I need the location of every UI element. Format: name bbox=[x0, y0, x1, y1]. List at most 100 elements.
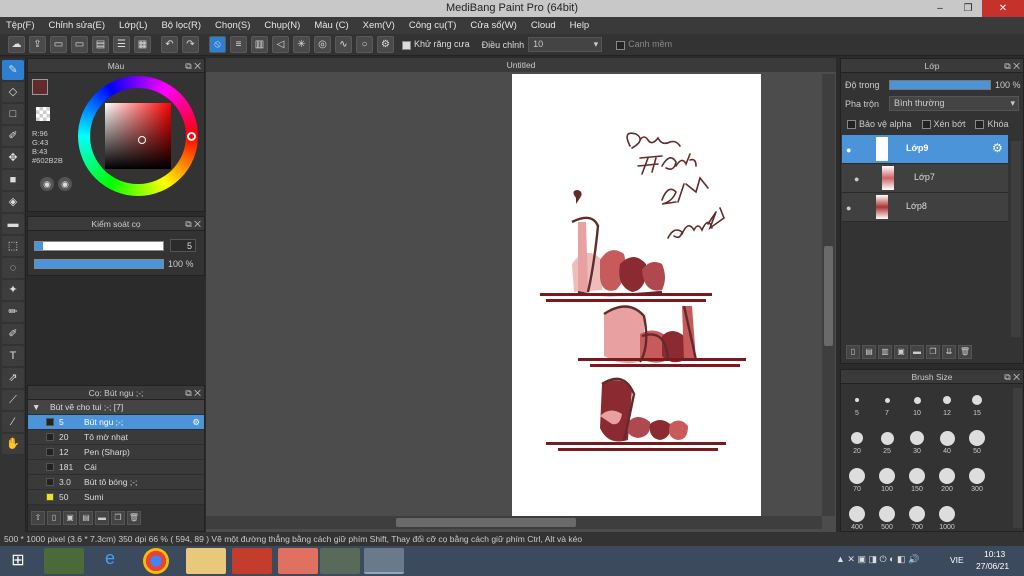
radial-snap-icon[interactable]: ✳ bbox=[293, 36, 310, 53]
language-indicator[interactable]: VIE bbox=[950, 555, 964, 565]
bluestacks-app-icon[interactable] bbox=[44, 548, 84, 574]
panel-close-icon[interactable]: ⧉ ✕ bbox=[1004, 370, 1020, 384]
size-value[interactable]: 5 bbox=[170, 239, 196, 252]
undo-icon[interactable]: ↶ bbox=[161, 36, 178, 53]
magic-wand-tool-icon[interactable]: ✦ bbox=[2, 280, 24, 300]
brush-group-row[interactable]: ▼ Bút vẽ cho tui ;-; [7] bbox=[28, 400, 204, 415]
brush-size-option[interactable]: 20 bbox=[843, 428, 871, 458]
brush-size-option[interactable]: 5 bbox=[843, 390, 871, 420]
divide-tool-icon[interactable]: ⟋ bbox=[2, 390, 24, 410]
protect-alpha-toggle[interactable]: Bảo vệ alpha bbox=[847, 119, 912, 130]
menu-window[interactable]: Cửa sổ(W) bbox=[470, 17, 516, 34]
eye-icon[interactable]: ● bbox=[846, 203, 851, 213]
brush-size-scrollbar[interactable] bbox=[1013, 388, 1022, 528]
new-brush-icon[interactable]: ▯ bbox=[47, 511, 61, 525]
eye-icon[interactable]: ● bbox=[854, 174, 859, 184]
folder-icon[interactable]: ▬ bbox=[910, 345, 924, 359]
close-button[interactable]: ✕ bbox=[982, 0, 1024, 17]
page-icon[interactable]: ▤ bbox=[92, 36, 109, 53]
protect-alpha-checkbox[interactable] bbox=[847, 120, 856, 130]
fill-rect-tool-icon[interactable]: ■ bbox=[2, 170, 24, 190]
copy-icon[interactable]: ▤ bbox=[79, 511, 93, 525]
brush-item[interactable]: 20 Tô mờ nhạt bbox=[28, 430, 204, 445]
brush-size-option[interactable]: 150 bbox=[903, 466, 931, 496]
gradient-tool-icon[interactable]: ▬ bbox=[2, 214, 24, 234]
move-tool-icon[interactable]: ✥ bbox=[2, 148, 24, 168]
canvas-paper[interactable] bbox=[512, 74, 761, 516]
duplicate-icon[interactable]: ❐ bbox=[926, 345, 940, 359]
brush-size-option[interactable]: 700 bbox=[903, 504, 931, 534]
menu-cloud[interactable]: Cloud bbox=[531, 17, 556, 34]
brush-item[interactable]: 50 Sumi bbox=[28, 490, 204, 505]
vertical-scroll-thumb[interactable] bbox=[824, 246, 833, 346]
list-icon[interactable]: ☰ bbox=[113, 36, 130, 53]
hue-handle[interactable] bbox=[187, 132, 196, 141]
crosshatch-snap-icon[interactable]: ▥ bbox=[251, 36, 268, 53]
transparent-swatch[interactable] bbox=[36, 107, 50, 121]
share-icon[interactable]: ⇪ bbox=[29, 36, 46, 53]
layer-scrollbar[interactable] bbox=[1011, 141, 1021, 337]
trash-icon[interactable]: 🗑 bbox=[127, 511, 141, 525]
menu-snap[interactable]: Chụp(N) bbox=[264, 17, 300, 34]
layer-row[interactable]: ● Lớp7 bbox=[842, 164, 1008, 193]
chat-icon[interactable]: ▭ bbox=[71, 36, 88, 53]
select-pen-tool-icon[interactable]: ✏ bbox=[2, 302, 24, 322]
app-icon[interactable] bbox=[278, 548, 318, 574]
antialias-checkbox[interactable] bbox=[402, 40, 411, 50]
hand-tool-icon[interactable]: ✋ bbox=[2, 434, 24, 454]
merge-icon[interactable]: ⇊ bbox=[942, 345, 956, 359]
duplicate-icon[interactable]: ❐ bbox=[111, 511, 125, 525]
bucket-tool-icon[interactable]: ◈ bbox=[2, 192, 24, 212]
no-snap-icon[interactable]: ⦸ bbox=[209, 36, 226, 53]
brush-size-option[interactable]: 15 bbox=[963, 390, 991, 420]
lock-checkbox[interactable] bbox=[975, 120, 985, 130]
brush-size-option[interactable]: 7 bbox=[873, 390, 901, 420]
panel-close-icon[interactable]: ⧉ ✕ bbox=[185, 386, 201, 400]
brush-size-option[interactable]: 70 bbox=[843, 466, 871, 496]
tray-icons[interactable]: ▲ ✕ ▣ ◨ ⏻ ◐ ◧ 🔊 bbox=[836, 554, 919, 565]
brush-size-option[interactable]: 300 bbox=[963, 466, 991, 496]
windows-start-icon[interactable]: ⊞ bbox=[0, 548, 36, 574]
brush-item[interactable]: 3.0 Bút tô bóng ;-; bbox=[28, 475, 204, 490]
medibang-taskbar-icon[interactable] bbox=[364, 548, 404, 574]
new-layer-icon[interactable]: ▯ bbox=[846, 345, 860, 359]
size-slider[interactable] bbox=[34, 241, 164, 251]
brush-item[interactable]: 181 Cái bbox=[28, 460, 204, 475]
brush-size-option[interactable]: 30 bbox=[903, 428, 931, 458]
snap-checkbox[interactable] bbox=[616, 40, 626, 50]
panel-close-icon[interactable]: ⧉ ✕ bbox=[1004, 59, 1020, 73]
menu-view[interactable]: Xem(V) bbox=[363, 17, 395, 34]
settings-icon[interactable]: ⚙ bbox=[377, 36, 394, 53]
upload-icon[interactable]: ⇧ bbox=[31, 511, 45, 525]
trash-icon[interactable]: 🗑 bbox=[958, 345, 972, 359]
brush-size-option[interactable]: 500 bbox=[873, 504, 901, 534]
concentric-snap-icon[interactable]: ◎ bbox=[314, 36, 331, 53]
adjust-select[interactable]: 10 ▾ bbox=[528, 37, 603, 52]
add-brush-icon[interactable]: ▣ bbox=[63, 511, 77, 525]
brush-size-option[interactable]: 400 bbox=[843, 504, 871, 534]
folder-icon[interactable]: ▬ bbox=[95, 511, 109, 525]
parallel-snap-icon[interactable]: ≡ bbox=[230, 36, 247, 53]
menu-tools[interactable]: Công cụ(T) bbox=[409, 17, 457, 34]
cloud-icon[interactable]: ☁ bbox=[8, 36, 25, 53]
palette-add-icon[interactable]: ◉ bbox=[58, 177, 72, 191]
eraser-tool-icon[interactable]: ◇ bbox=[2, 82, 24, 102]
circle-snap-icon[interactable]: ○ bbox=[356, 36, 373, 53]
brush-size-option[interactable]: 40 bbox=[933, 428, 961, 458]
brush-size-option[interactable]: 1000 bbox=[933, 504, 961, 534]
powerpoint-icon[interactable] bbox=[232, 548, 272, 574]
color-picker-handle[interactable] bbox=[138, 136, 146, 144]
gear-icon[interactable]: ⚙ bbox=[992, 141, 1003, 155]
panel-close-icon[interactable]: ⧉ ✕ bbox=[185, 59, 201, 73]
curve-snap-icon[interactable]: ∿ bbox=[335, 36, 352, 53]
brush-tool-icon[interactable]: ✎ bbox=[2, 60, 24, 80]
brush-size-option[interactable]: 200 bbox=[933, 466, 961, 496]
antialias-toggle[interactable]: Khử răng cưa bbox=[402, 39, 470, 50]
app-icon[interactable] bbox=[320, 548, 360, 574]
restore-button[interactable]: ❐ bbox=[954, 0, 982, 17]
horizontal-scrollbar[interactable] bbox=[206, 516, 822, 529]
menu-filter[interactable]: Bộ lọc(R) bbox=[161, 17, 201, 34]
select-eraser-tool-icon[interactable]: ✐ bbox=[2, 324, 24, 344]
lock-toggle[interactable]: Khóa bbox=[975, 119, 1009, 130]
brush-size-option[interactable]: 50 bbox=[963, 428, 991, 458]
